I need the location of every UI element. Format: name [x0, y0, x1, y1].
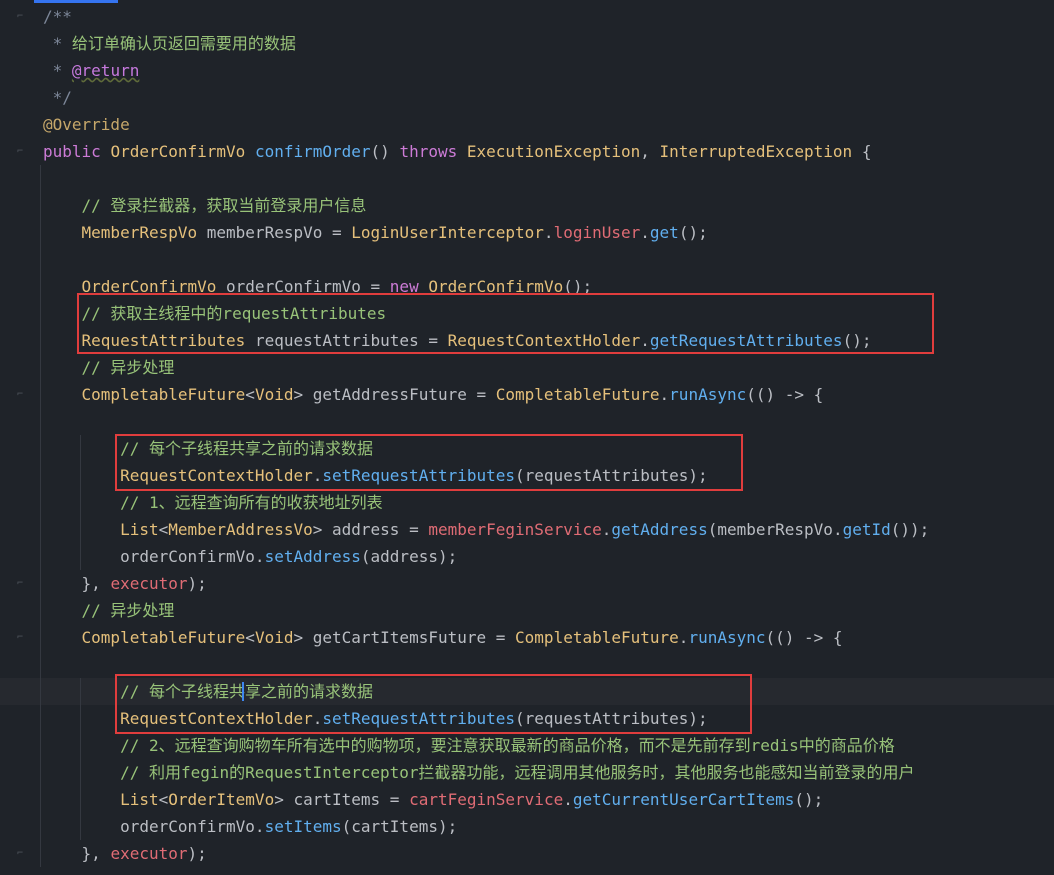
code-line[interactable]: CompletableFuture<Void> getAddressFuture… — [43, 381, 824, 408]
code-line[interactable]: @Override — [43, 111, 130, 138]
code-line[interactable]: orderConfirmVo.setItems(cartItems); — [43, 813, 457, 840]
code-line[interactable]: List<MemberAddressVo> address = memberFe… — [43, 516, 929, 543]
code-line[interactable]: CompletableFuture<Void> getCartItemsFutu… — [43, 624, 843, 651]
editor-gutter[interactable] — [0, 0, 32, 875]
annotation-highlight-box — [115, 674, 752, 734]
code-line[interactable]: * 给订单确认页返回需要用的数据 — [43, 30, 296, 57]
code-line[interactable]: * @return — [43, 57, 140, 84]
fold-marker-icon[interactable]: ⌐ — [17, 147, 23, 157]
code-line[interactable]: /** — [43, 3, 72, 30]
fold-marker-icon[interactable]: ⌐ — [17, 633, 23, 643]
fold-marker-icon[interactable]: ⌐ — [17, 390, 23, 400]
code-line[interactable]: List<OrderItemVo> cartItems = cartFeginS… — [43, 786, 823, 813]
code-line[interactable]: // 1、远程查询所有的收获地址列表 — [43, 489, 383, 516]
code-line[interactable]: }, executor); — [43, 570, 207, 597]
code-line[interactable]: */ — [43, 84, 72, 111]
annotation-highlight-box — [115, 434, 743, 491]
indent-guide — [40, 165, 41, 867]
code-line[interactable]: public OrderConfirmVo confirmOrder() thr… — [43, 138, 871, 165]
text-caret — [242, 682, 244, 701]
code-line[interactable]: orderConfirmVo.setAddress(address); — [43, 543, 457, 570]
code-line[interactable]: // 登录拦截器，获取当前登录用户信息 — [43, 192, 367, 219]
code-line[interactable]: // 异步处理 — [43, 354, 175, 381]
code-line[interactable]: // 异步处理 — [43, 597, 175, 624]
code-line[interactable]: // 利用fegin的RequestInterceptor拦截器功能，远程调用其… — [43, 759, 914, 786]
annotation-highlight-box — [77, 293, 934, 354]
fold-marker-icon[interactable]: ⌐ — [17, 849, 23, 859]
fold-marker-icon[interactable]: ⌐ — [17, 12, 23, 22]
code-line[interactable]: }, executor); — [43, 840, 207, 867]
code-line[interactable]: MemberRespVo memberRespVo = LoginUserInt… — [43, 219, 708, 246]
fold-marker-icon[interactable]: ⌐ — [17, 579, 23, 589]
code-line[interactable]: // 2、远程查询购物车所有选中的购物项，要注意获取最新的商品价格，而不是先前存… — [43, 732, 895, 759]
